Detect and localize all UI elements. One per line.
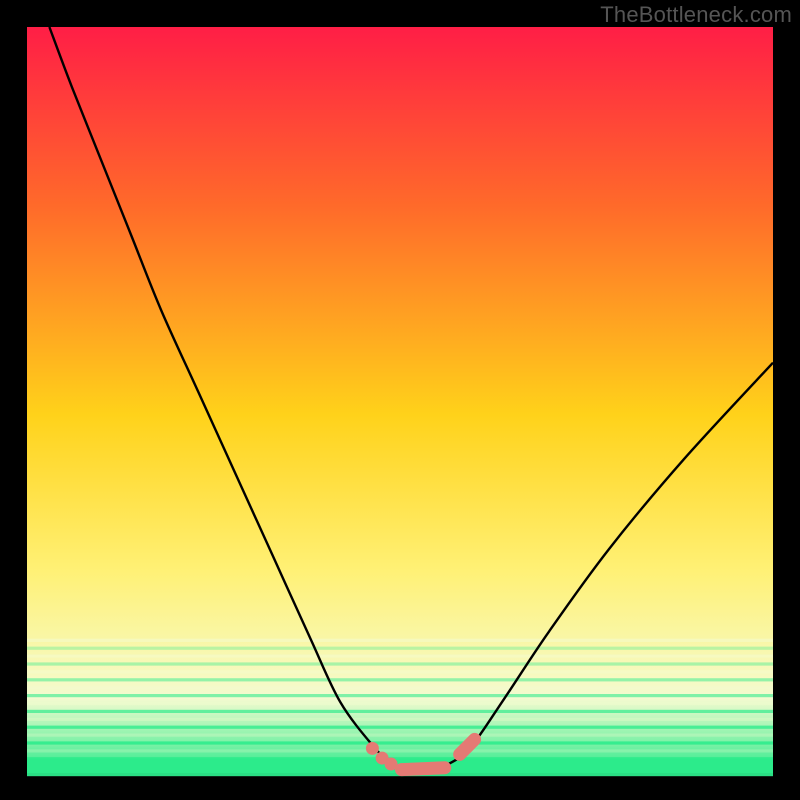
- band-stripe: [27, 749, 773, 752]
- chart-frame: TheBottleneck.com: [0, 0, 800, 800]
- band-stripe: [27, 702, 773, 705]
- plot-background: [27, 27, 773, 773]
- valley-floor-pill: [401, 768, 444, 770]
- band-stripe: [27, 694, 773, 697]
- band-stripe: [27, 678, 773, 681]
- bottleneck-chart: [0, 0, 800, 800]
- band-stripe: [27, 734, 773, 737]
- band-stripe: [27, 639, 773, 642]
- band-stripe: [27, 718, 773, 721]
- band-stripe: [27, 647, 773, 650]
- band-stripe: [27, 710, 773, 713]
- marker-left-upper: [366, 742, 379, 755]
- band-stripe: [27, 741, 773, 744]
- band-stripe: [27, 662, 773, 665]
- band-stripe: [27, 726, 773, 729]
- watermark-text: TheBottleneck.com: [600, 2, 792, 28]
- band-stripe: [27, 670, 773, 673]
- band-stripe: [27, 686, 773, 689]
- band-stripe: [27, 655, 773, 658]
